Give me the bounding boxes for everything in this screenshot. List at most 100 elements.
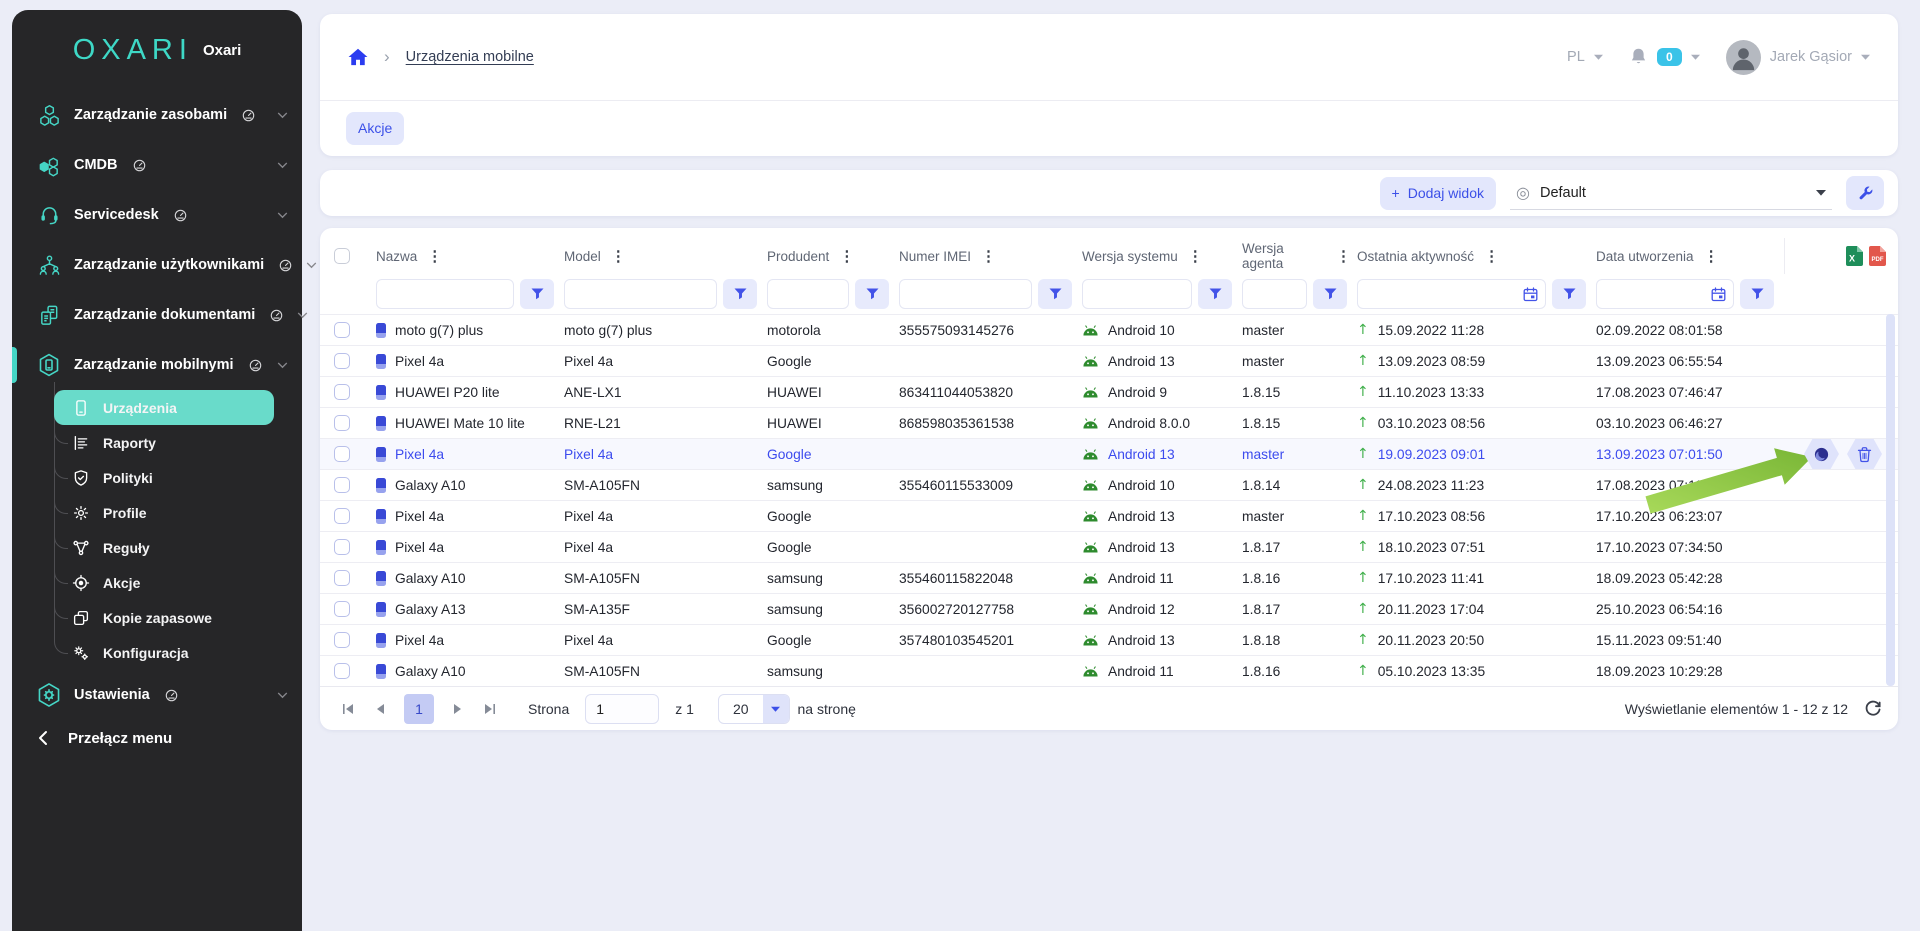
export-pdf-button[interactable]: PDF — [1869, 246, 1886, 266]
row-checkbox[interactable] — [334, 508, 350, 524]
last-page-button[interactable] — [478, 696, 502, 722]
row-preview-button[interactable] — [1804, 439, 1839, 469]
filter-input-wrap — [1596, 279, 1734, 309]
akcje-button[interactable]: Akcje — [346, 112, 404, 145]
filter-input-imei[interactable] — [907, 287, 1024, 302]
per-page-select[interactable]: 20 — [718, 694, 790, 724]
column-menu-icon[interactable]: ⋮ — [1188, 247, 1203, 265]
row-checkbox[interactable] — [334, 570, 350, 586]
table-row[interactable]: Galaxy A13SM-A135Fsamsung356002720127758… — [320, 593, 1898, 624]
row-checkbox[interactable] — [334, 477, 350, 493]
sidebar-subitem-polityki[interactable]: Polityki — [54, 460, 274, 495]
sidebar-item-cmdb[interactable]: CMDB — [12, 140, 302, 190]
row-checkbox[interactable] — [334, 539, 350, 555]
sidebar-subitem-regu-y[interactable]: Reguły — [54, 530, 274, 565]
filter-input-created[interactable] — [1604, 287, 1711, 302]
table-row[interactable]: Galaxy A10SM-A105FNsamsungAndroid 111.8.… — [320, 655, 1898, 686]
filter-button-created[interactable] — [1740, 279, 1774, 309]
refresh-icon[interactable] — [1864, 700, 1882, 718]
home-icon[interactable] — [348, 48, 368, 66]
table-scrollbar[interactable] — [1886, 314, 1895, 686]
chevron-down-icon[interactable] — [1691, 54, 1700, 60]
row-checkbox[interactable] — [334, 632, 350, 648]
current-page-button[interactable]: 1 — [404, 694, 434, 724]
export-xlsx-button[interactable]: X — [1846, 246, 1863, 266]
row-checkbox[interactable] — [334, 663, 350, 679]
view-settings-button[interactable] — [1846, 176, 1884, 210]
first-page-button[interactable] — [336, 696, 360, 722]
row-checkbox[interactable] — [334, 601, 350, 617]
filter-button-activity[interactable] — [1552, 279, 1586, 309]
cell-os: Android 10 — [1082, 323, 1242, 338]
filter-input-producer[interactable] — [775, 287, 841, 302]
sidebar-item-zarz-dzanie-dokumentami[interactable]: Zarządzanie dokumentami — [12, 290, 302, 340]
sidebar-subitem-label: Polityki — [103, 470, 153, 486]
filter-input-name[interactable] — [384, 287, 506, 302]
table-row[interactable]: Galaxy A10SM-A105FNsamsung35546011582204… — [320, 562, 1898, 593]
language-selector[interactable]: PL — [1567, 49, 1585, 65]
column-menu-icon[interactable]: ⋮ — [1336, 247, 1351, 265]
sidebar-subitem-raporty[interactable]: Raporty — [54, 425, 274, 460]
settings-icon — [36, 682, 62, 708]
row-checkbox[interactable] — [334, 446, 350, 462]
select-all-checkbox[interactable] — [334, 248, 350, 264]
table-row[interactable]: Pixel 4aPixel 4aGoogleAndroid 13master↑1… — [320, 500, 1898, 531]
sidebar-subitem-urz-dzenia[interactable]: Urządzenia — [54, 390, 274, 425]
avatar[interactable] — [1726, 40, 1761, 75]
sidebar-item-ustawienia[interactable]: Ustawienia — [12, 670, 302, 720]
row-checkbox[interactable] — [334, 322, 350, 338]
prev-page-button[interactable] — [368, 696, 392, 722]
chevron-down-icon[interactable] — [1861, 54, 1870, 60]
page-input[interactable] — [585, 694, 659, 724]
add-view-button[interactable]: + Dodaj widok — [1380, 177, 1496, 210]
filter-input-os[interactable] — [1090, 287, 1184, 302]
table-row[interactable]: Pixel 4aPixel 4aGoogleAndroid 13master↑1… — [320, 438, 1898, 469]
view-selector-dropdown[interactable]: ◎ Default — [1510, 176, 1832, 210]
sidebar-item-zarz-dzanie-u-ytkownikami[interactable]: Zarządzanie użytkownikami — [12, 240, 302, 290]
breadcrumb-page-link[interactable]: Urządzenia mobilne — [406, 49, 534, 65]
table-row[interactable]: HUAWEI Mate 10 liteRNE-L21HUAWEI86859803… — [320, 407, 1898, 438]
user-name[interactable]: Jarek Gąsior — [1770, 49, 1852, 65]
filter-button-producer[interactable] — [855, 279, 889, 309]
chevron-down-icon[interactable] — [1594, 54, 1603, 60]
next-page-button[interactable] — [446, 696, 470, 722]
filter-button-agent[interactable] — [1313, 279, 1347, 309]
filter-input-agent[interactable] — [1250, 287, 1299, 302]
table-row[interactable]: Pixel 4aPixel 4aGoogle357480103545201And… — [320, 624, 1898, 655]
table-row[interactable]: HUAWEI P20 liteANE-LX1HUAWEI863411044053… — [320, 376, 1898, 407]
filter-button-imei[interactable] — [1038, 279, 1072, 309]
sidebar-subitem-profile[interactable]: Profile — [54, 495, 274, 530]
table-row[interactable]: Galaxy A10SM-A105FNsamsung35546011553300… — [320, 469, 1898, 500]
table-row[interactable]: moto g(7) plusmoto g(7) plusmotorola3555… — [320, 314, 1898, 345]
phone-icon — [376, 416, 386, 431]
sidebar-subitem-akcje[interactable]: Akcje — [54, 565, 274, 600]
arrow-up-icon: ↑ — [1357, 415, 1369, 431]
filter-button-model[interactable] — [723, 279, 757, 309]
column-menu-icon[interactable]: ⋮ — [1704, 247, 1719, 265]
phone-icon — [376, 478, 386, 493]
filter-button-os[interactable] — [1198, 279, 1232, 309]
arrow-up-icon: ↑ — [1357, 446, 1369, 462]
os-version: Android 12 — [1108, 602, 1175, 617]
column-menu-icon[interactable]: ⋮ — [981, 247, 996, 265]
sidebar-subitem-konfiguracja[interactable]: Konfiguracja — [54, 635, 274, 670]
filter-input-model[interactable] — [572, 287, 709, 302]
sidebar-item-zarz-dzanie-zasobami[interactable]: Zarządzanie zasobami — [12, 90, 302, 140]
column-menu-icon[interactable]: ⋮ — [839, 247, 854, 265]
row-checkbox[interactable] — [334, 353, 350, 369]
row-checkbox[interactable] — [334, 384, 350, 400]
column-menu-icon[interactable]: ⋮ — [611, 247, 626, 265]
toggle-menu-button[interactable]: Przełącz menu — [12, 716, 302, 760]
column-menu-icon[interactable]: ⋮ — [427, 247, 442, 265]
row-checkbox[interactable] — [334, 415, 350, 431]
table-row[interactable]: Pixel 4aPixel 4aGoogleAndroid 131.8.17↑1… — [320, 531, 1898, 562]
row-delete-button[interactable] — [1847, 439, 1882, 469]
sidebar-item-zarz-dzanie-mobilnymi[interactable]: Zarządzanie mobilnymi — [12, 340, 302, 390]
sidebar-subitem-kopie-zapasowe[interactable]: Kopie zapasowe — [54, 600, 274, 635]
column-menu-icon[interactable]: ⋮ — [1484, 247, 1499, 265]
bell-icon[interactable] — [1629, 47, 1648, 67]
filter-input-activity[interactable] — [1365, 287, 1523, 302]
table-row[interactable]: Pixel 4aPixel 4aGoogleAndroid 13master↑1… — [320, 345, 1898, 376]
filter-button-name[interactable] — [520, 279, 554, 309]
sidebar-item-servicedesk[interactable]: Servicedesk — [12, 190, 302, 240]
